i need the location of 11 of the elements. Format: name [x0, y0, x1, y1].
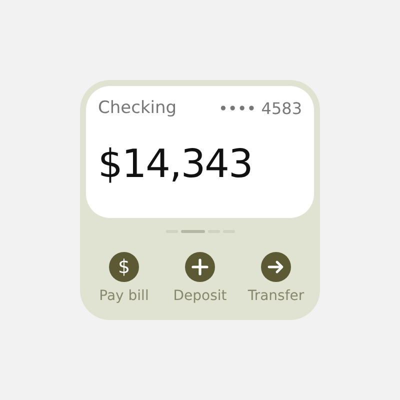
balance-amount: $14,343 [98, 142, 254, 187]
arrow-right-icon[interactable] [261, 252, 291, 282]
account-card[interactable]: Checking •••• 4583 $14,343 [86, 86, 314, 218]
plus-icon[interactable] [185, 252, 215, 282]
action-label[interactable]: Transfer [248, 288, 304, 304]
action-label[interactable]: Pay bill [99, 288, 149, 304]
account-number: •••• 4583 [218, 98, 302, 118]
account-name: Checking [98, 98, 177, 118]
action-label[interactable]: Deposit [173, 288, 227, 304]
page-indicator[interactable] [180, 230, 204, 233]
dollar-icon[interactable]: $ [109, 252, 139, 282]
